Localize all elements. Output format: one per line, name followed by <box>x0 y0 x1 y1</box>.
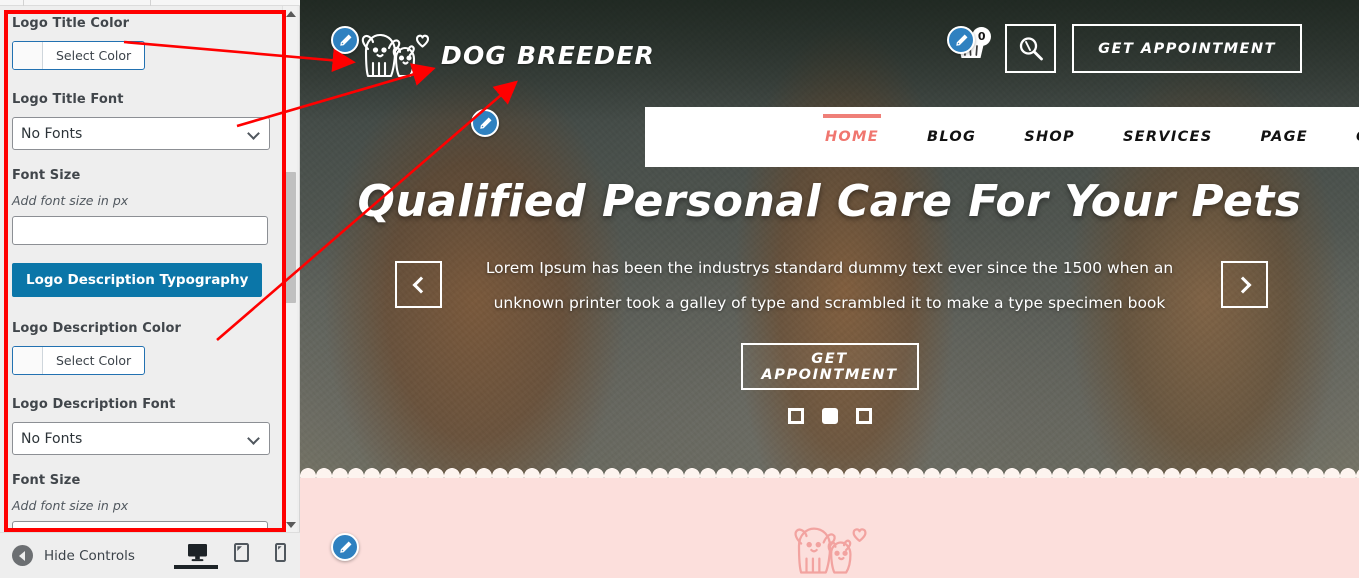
tablet-icon <box>233 542 249 562</box>
slider-dot-1[interactable] <box>787 408 804 424</box>
field-logo-title-font-size: Font Size Add font size in px <box>12 168 269 261</box>
color-swatch[interactable] <box>13 42 43 69</box>
dog-cat-logo-icon <box>361 33 430 78</box>
logo-description-font-size-input[interactable] <box>12 521 268 532</box>
field-logo-title-font: Logo Title Font No Fonts <box>12 92 270 166</box>
slider-dots <box>300 408 1359 424</box>
field-logo-title-color: Logo Title Color Select Color <box>12 16 269 90</box>
mobile-icon <box>274 542 286 562</box>
field-label: Font Size <box>12 473 81 488</box>
field-logo-description-font-size: Font Size Add font size in px <box>12 473 269 532</box>
edit-logo-pencil-button[interactable] <box>331 26 359 54</box>
sidebar-scrollbar[interactable] <box>282 6 297 532</box>
field-label: Logo Description Color <box>12 321 182 336</box>
main-navigation: HOME BLOG SHOP SERVICES PAGE CONTACT <box>645 107 1359 167</box>
nav-item-services[interactable]: SERVICES <box>1099 129 1237 145</box>
pencil-icon <box>339 541 351 553</box>
field-description: Add font size in px <box>12 193 129 208</box>
chevron-left-icon <box>412 276 429 293</box>
hide-controls-label: Hide Controls <box>44 547 135 564</box>
edit-header-actions-pencil-button[interactable] <box>947 26 975 54</box>
device-tablet-button[interactable] <box>233 542 249 569</box>
select-color-label: Select Color <box>56 48 132 63</box>
customizer-footer-bar: Hide Controls <box>0 532 300 578</box>
logo-title-font-size-input[interactable] <box>12 216 268 245</box>
site-branding[interactable]: DOG BREEDER <box>355 27 655 83</box>
site-preview-frame: DOG BREEDER 0 GET APPOINTMENT HOME BLOG … <box>300 0 1359 578</box>
logo-title-color-picker[interactable]: Select Color <box>12 41 146 70</box>
hero-subtitle: Lorem Ipsum has been the industrys stand… <box>485 259 1174 312</box>
edit-pink-section-pencil-button[interactable] <box>331 533 359 561</box>
slider-next-button[interactable] <box>1221 261 1268 308</box>
logo-title-text: DOG BREEDER <box>441 40 655 70</box>
get-appointment-header-button[interactable]: GET APPOINTMENT <box>1072 24 1302 73</box>
device-mobile-button[interactable] <box>274 542 286 569</box>
slider-dot-3[interactable] <box>855 408 872 424</box>
nav-item-contact[interactable]: CONTACT <box>1332 129 1359 145</box>
field-label: Logo Title Font <box>12 92 124 107</box>
scroll-down-arrow-icon[interactable] <box>283 517 298 532</box>
hero-content: Qualified Personal Care For Your Pets Lo… <box>300 175 1359 424</box>
hero-title: Qualified Personal Care For Your Pets <box>357 176 1302 227</box>
logo-description-typography-button[interactable]: Logo Description Typography <box>12 263 263 297</box>
nav-item-page[interactable]: PAGE <box>1236 129 1332 145</box>
slider-prev-button[interactable] <box>395 261 442 308</box>
device-preview-switcher <box>173 542 286 569</box>
scroll-up-arrow-icon[interactable] <box>283 6 298 21</box>
customizer-control-panel: Logo Title Color Select Color Logo Title… <box>0 6 283 532</box>
customizer-sidebar: Logo Title Color Select Color Logo Title… <box>0 0 300 578</box>
nav-item-shop[interactable]: SHOP <box>1000 129 1099 145</box>
pencil-icon <box>339 34 351 46</box>
nav-item-blog[interactable]: BLOG <box>903 129 1000 145</box>
field-label: Logo Description Font <box>12 397 176 412</box>
field-label: Font Size <box>12 168 81 183</box>
pencil-icon <box>479 117 491 129</box>
logo-description-font-select-wrap: No Fonts <box>12 422 270 471</box>
scalloped-divider <box>300 463 1359 478</box>
collapse-arrow-icon <box>12 545 33 566</box>
device-desktop-button[interactable] <box>173 543 218 569</box>
search-icon <box>1019 36 1043 60</box>
color-swatch[interactable] <box>13 347 43 374</box>
nav-list: HOME BLOG SHOP SERVICES PAGE CONTACT <box>801 114 1359 145</box>
field-logo-description-color: Logo Description Color Select Color <box>12 321 269 395</box>
desktop-icon <box>187 543 207 561</box>
field-description: Add font size in px <box>12 498 129 513</box>
site-header: DOG BREEDER 0 GET APPOINTMENT <box>300 0 1359 100</box>
scrollbar-thumb[interactable] <box>285 172 296 303</box>
chevron-right-icon <box>1234 276 1251 293</box>
field-label: Logo Title Color <box>12 16 130 31</box>
select-color-label: Select Color <box>56 353 132 368</box>
pink-section <box>300 478 1359 578</box>
logo-title-font-select[interactable]: No Fonts <box>12 117 270 150</box>
cart-count-badge: 0 <box>972 26 992 46</box>
logo-description-font-select[interactable]: No Fonts <box>12 422 270 455</box>
hide-controls-button[interactable]: Hide Controls <box>12 545 135 566</box>
logo-title-font-select-wrap: No Fonts <box>12 117 270 166</box>
edit-menu-pencil-button[interactable] <box>471 109 499 137</box>
logo-description-color-picker[interactable]: Select Color <box>12 346 146 375</box>
field-logo-description-font: Logo Description Font No Fonts <box>12 397 270 471</box>
pencil-icon <box>955 34 967 46</box>
dog-cat-heart-illustration-icon <box>787 520 871 578</box>
nav-item-home[interactable]: HOME <box>801 114 903 145</box>
get-appointment-hero-button[interactable]: GET APPOINTMENT <box>740 343 919 390</box>
header-actions: 0 GET APPOINTMENT <box>951 24 1302 73</box>
search-button[interactable] <box>1005 24 1057 73</box>
slider-dot-2[interactable] <box>821 408 838 424</box>
